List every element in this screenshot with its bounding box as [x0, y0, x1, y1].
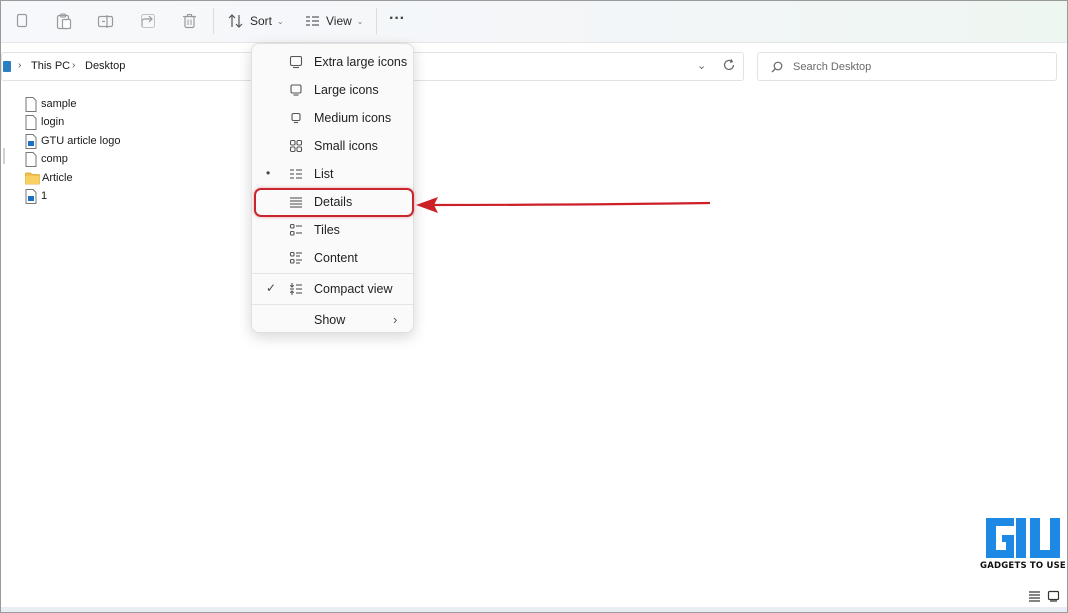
logo-text: GADGETS TO USE — [980, 561, 1066, 571]
chevron-down-icon[interactable]: ⌄ — [697, 59, 706, 72]
image-file-icon — [25, 133, 37, 149]
refresh-icon — [723, 59, 735, 71]
menu-item-content[interactable]: Content — [252, 245, 415, 271]
sort-button[interactable]: Sort ⌄ — [228, 11, 284, 31]
menu-item-label: Small icons — [314, 139, 378, 153]
sort-label: Sort — [250, 14, 273, 28]
details-view-toggle-icon[interactable] — [1028, 590, 1041, 602]
copy-button[interactable] — [15, 11, 29, 31]
search-box[interactable]: Search Desktop — [757, 52, 1057, 81]
monitor-icon — [290, 84, 302, 96]
window-frame — [0, 0, 1068, 613]
details-highlight-annotation — [254, 188, 414, 217]
file-name: sample — [41, 98, 77, 110]
delete-icon — [183, 13, 196, 29]
monitor-icon — [289, 55, 303, 69]
monitor-icon — [291, 112, 301, 124]
share-button[interactable] — [140, 11, 156, 31]
small-icons-icon — [289, 139, 303, 153]
file-name: comp — [41, 153, 68, 165]
refresh-button[interactable] — [722, 58, 736, 75]
rename-button[interactable] — [97, 11, 115, 31]
chevron-right-icon: › — [72, 60, 76, 71]
paste-icon — [56, 12, 72, 29]
toolbar-separator — [376, 8, 377, 34]
view-label: View — [326, 14, 352, 28]
search-icon — [771, 61, 783, 73]
menu-item-medium-icons[interactable]: Medium icons — [252, 105, 415, 131]
paste-button[interactable] — [56, 11, 72, 31]
scroll-indicator — [3, 148, 5, 164]
file-name: GTU article logo — [41, 135, 121, 147]
list-item[interactable]: login — [25, 114, 64, 130]
folder-icon — [25, 172, 40, 184]
list-item[interactable]: Article — [25, 170, 73, 186]
view-button[interactable]: View ⌄ — [305, 11, 364, 31]
menu-item-label: Large icons — [314, 83, 379, 97]
tiles-icon — [289, 223, 302, 236]
more-icon: ··· — [389, 10, 405, 27]
selected-bullet-icon: • — [266, 166, 271, 180]
compact-icon — [289, 283, 302, 295]
file-name: Article — [42, 172, 73, 184]
menu-item-label: Medium icons — [314, 111, 392, 125]
breadcrumb-this-pc[interactable]: This PC — [31, 60, 70, 72]
image-file-icon — [25, 188, 37, 204]
rename-icon — [97, 14, 114, 28]
menu-item-label: Content — [314, 251, 358, 265]
search-placeholder: Search Desktop — [793, 61, 872, 73]
list-item[interactable]: sample — [25, 96, 76, 112]
delete-button[interactable] — [182, 11, 197, 31]
menu-separator — [252, 304, 415, 305]
checkmark-icon: ✓ — [266, 281, 277, 295]
status-bar-edge — [1, 607, 1067, 612]
menu-item-compact-view[interactable]: ✓ Compact view — [252, 276, 415, 302]
menu-item-label: Tiles — [314, 223, 340, 237]
menu-item-extra-large-icons[interactable]: Extra large icons — [252, 49, 415, 75]
list-item[interactable]: comp — [25, 151, 68, 167]
toolbar-separator — [213, 8, 214, 34]
menu-item-label: List — [314, 167, 334, 181]
content-icon — [289, 251, 302, 264]
chevron-down-icon: ⌄ — [277, 17, 284, 26]
menu-item-show[interactable]: Show › — [252, 307, 415, 333]
file-name: 1 — [41, 190, 48, 202]
large-icons-view-toggle-icon[interactable] — [1047, 590, 1060, 602]
chevron-right-icon: › — [18, 60, 22, 71]
view-icon — [306, 16, 319, 26]
menu-item-label: Extra large icons — [314, 55, 408, 69]
list-icon — [290, 169, 302, 179]
menu-item-list[interactable]: • List — [252, 161, 415, 187]
text-file-icon — [25, 151, 37, 167]
menu-item-large-icons[interactable]: Large icons — [252, 77, 415, 103]
file-name: login — [41, 116, 65, 128]
menu-item-label: Show — [314, 313, 346, 327]
sort-icon — [228, 14, 243, 28]
menu-item-label: Compact view — [314, 282, 393, 296]
breadcrumb-desktop[interactable]: Desktop — [85, 60, 125, 72]
chevron-down-icon: ⌄ — [356, 17, 364, 26]
annotation-arrow-icon — [416, 197, 711, 213]
text-file-icon — [25, 114, 37, 130]
command-bar: Sort ⌄ View ⌄ ··· — [1, 1, 1067, 43]
list-item[interactable]: 1 — [25, 188, 47, 204]
this-pc-icon — [3, 61, 11, 72]
share-icon — [141, 14, 155, 28]
menu-separator — [252, 273, 415, 274]
menu-item-small-icons[interactable]: Small icons — [252, 133, 415, 159]
menu-item-tiles[interactable]: Tiles — [252, 217, 415, 243]
chevron-right-icon: › — [393, 312, 398, 327]
text-file-icon — [25, 96, 37, 112]
list-item[interactable]: GTU article logo — [25, 133, 120, 149]
copy-icon — [16, 13, 28, 28]
more-options-button[interactable]: ··· — [389, 9, 405, 29]
